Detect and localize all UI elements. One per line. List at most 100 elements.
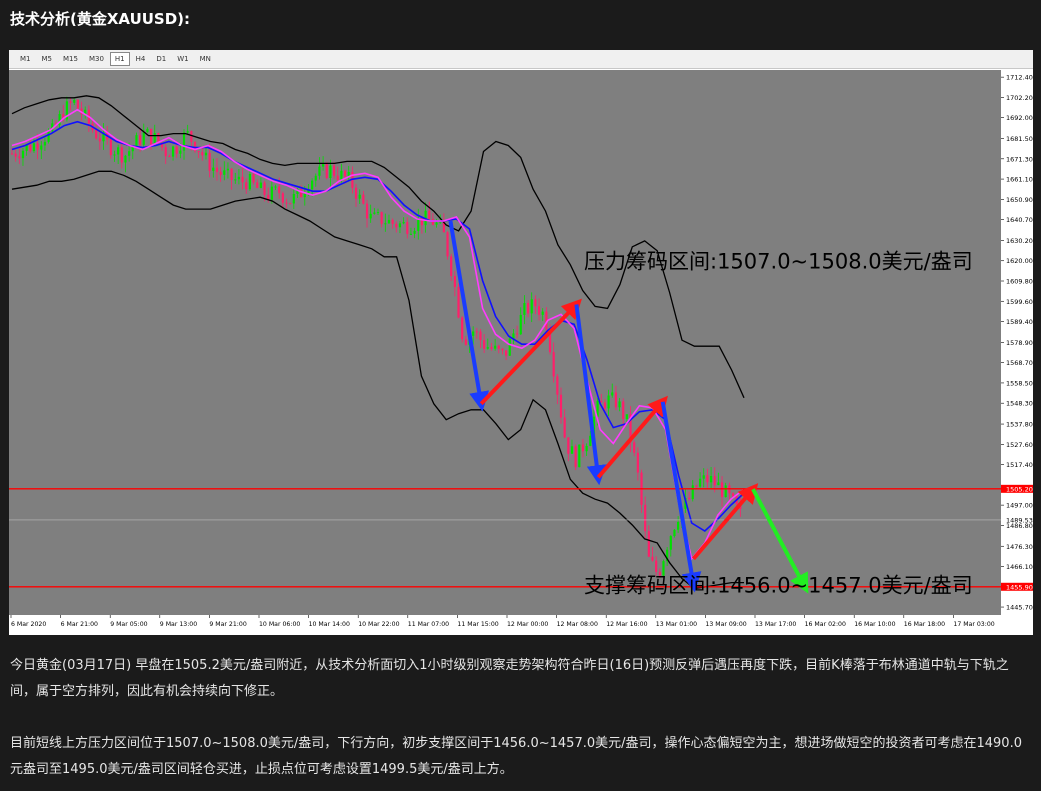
candle-body [534,299,537,307]
timeframe-button-mn[interactable]: MN [195,52,216,66]
y-tick-label: 1620.00 [1006,257,1033,265]
y-tick-label: 1681.50 [1006,135,1033,143]
candle-body [215,167,219,172]
candle-body [329,165,332,179]
candle-body [574,446,577,468]
timeframe-button-m1[interactable]: M1 [15,52,36,66]
candle-body [76,99,79,109]
x-tick-label: 9 Mar 13:00 [160,621,197,628]
candle-body [201,152,204,156]
candle-body [625,414,628,420]
candle-body [563,417,566,438]
candle-body [168,156,171,158]
candle-body [453,276,456,287]
candle-body [40,145,43,150]
timeframe-button-m30[interactable]: M30 [84,52,109,66]
candle-body [47,131,50,142]
candle-body [464,339,467,345]
candle-body [36,143,39,150]
price-chart: 1712.40 1702.20 1692.00 1681.50 1671.30 1661.… [9,70,1033,635]
candle-body [417,218,420,231]
candle-body [237,176,241,180]
candle-body [589,435,592,446]
candle-body [607,395,610,409]
candle-body [223,170,226,175]
candle-body [318,166,321,176]
x-tick-label: 13 Mar 17:00 [755,621,796,628]
candle-body [149,128,153,145]
candle-body [230,168,233,180]
x-tick-label: 11 Mar 15:00 [457,621,498,628]
timeframe-button-w1[interactable]: W1 [172,52,193,66]
candle-body [175,146,178,154]
candle-body [446,232,449,257]
candle-body [384,223,387,225]
candle-body [413,230,416,234]
candle-body [475,331,478,333]
candle-body [559,394,563,418]
y-tick-label: 1445.70 [1006,604,1033,612]
y-tick-label: 1640.70 [1006,216,1033,224]
y-tick-label: 1599.60 [1006,298,1033,306]
candle-body [486,347,489,349]
candle-body [435,222,438,225]
candle-body [369,213,372,219]
x-tick-label: 16 Mar 18:00 [904,621,945,628]
candle-body [197,151,200,153]
candle-body [519,314,522,335]
candle-body [98,138,101,142]
plot-area [9,70,1001,615]
level-price-label: 1455.90 [1006,583,1033,591]
candle-body [164,147,167,157]
candle-body [281,193,284,203]
timeframe-button-m5[interactable]: M5 [37,52,58,66]
candle-body [720,482,724,498]
candle-body [153,133,156,145]
y-tick-label: 1527.60 [1006,441,1033,449]
candle-body [713,475,716,486]
candle-body [457,286,460,318]
candle-body [219,171,222,175]
x-tick-label: 11 Mar 07:00 [408,621,449,628]
candle-body [146,128,149,133]
candle-body [567,437,570,454]
candle-body [300,189,303,198]
candle-body [139,135,142,145]
x-tick-label: 12 Mar 16:00 [606,621,647,628]
y-tick-label: 1589.40 [1006,318,1033,326]
candle-body [263,182,266,195]
candle-body [332,165,336,176]
candle-body [633,442,636,453]
timeframe-button-h1[interactable]: H1 [109,52,130,66]
candle-body [688,497,691,500]
analysis-paragraph-1: 今日黄金(03月17日) 早盘在1505.2美元/盎司附近，从技术分析面切入1小… [10,658,1009,699]
candle-body [698,478,702,487]
candle-body [373,212,376,214]
candle-body [526,303,530,314]
candle-body [376,212,380,214]
candle-body [29,144,32,152]
y-tick-label: 1497.00 [1006,502,1033,510]
candle-body [515,333,519,335]
y-tick-label: 1692.00 [1006,114,1033,122]
candle-body [182,132,186,151]
candle-body [120,147,123,163]
candle-body [398,223,402,228]
candle-body [32,143,36,152]
x-tick-label: 13 Mar 01:00 [656,621,697,628]
candle-body [186,131,189,133]
candle-body [109,139,112,156]
candle-body [208,152,211,171]
candle-body [325,164,328,179]
candle-body [365,203,369,219]
y-tick-label: 1548.30 [1006,400,1033,408]
timeframe-button-d1[interactable]: D1 [151,52,171,66]
timeframe-button-h4[interactable]: H4 [131,52,151,66]
candle-body [18,156,21,159]
candle-body [644,504,647,532]
candle-body [380,212,383,224]
candle-body [552,352,555,377]
timeframe-button-m15[interactable]: M15 [58,52,83,66]
candle-body [142,132,145,145]
candle-body [461,317,464,340]
